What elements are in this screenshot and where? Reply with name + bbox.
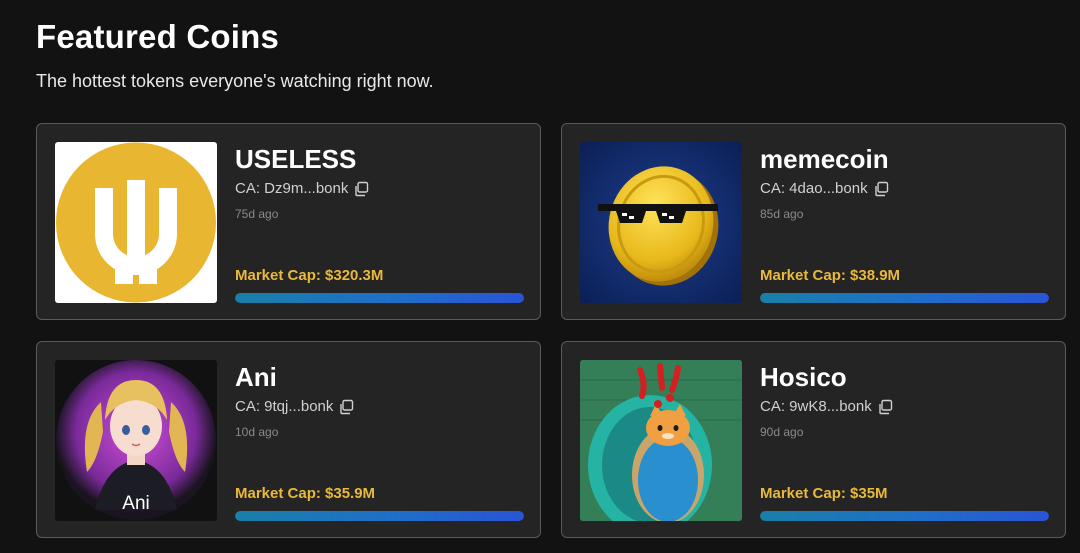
progress-bar-fill (235, 293, 524, 303)
coin-card-memecoin[interactable]: memecoin CA: 4dao...bonk 85d ago Market … (561, 123, 1066, 320)
coin-name: USELESS (235, 144, 357, 174)
market-cap: Market Cap: $35.9M (235, 485, 376, 502)
copy-icon[interactable] (353, 181, 369, 197)
copy-icon[interactable] (338, 399, 354, 415)
contract-address: CA: 9tqj...bonk (235, 398, 354, 415)
market-cap: Market Cap: $320.3M (235, 267, 384, 284)
contract-address: CA: Dz9m...bonk (235, 180, 369, 197)
progress-bar (760, 293, 1049, 303)
contract-address-text: CA: 9wK8...bonk (760, 398, 872, 415)
progress-bar (235, 511, 524, 521)
contract-address-text: CA: 4dao...bonk (760, 180, 868, 197)
coin-age: 85d ago (760, 207, 804, 221)
coin-age: 10d ago (235, 425, 279, 439)
contract-address-text: CA: Dz9m...bonk (235, 180, 349, 197)
section-subtitle: The hottest tokens everyone's watching r… (36, 71, 434, 91)
progress-bar (235, 293, 524, 303)
copy-icon[interactable] (877, 399, 893, 415)
coin-name: Hosico (760, 362, 847, 392)
avatar-caption: Ani (122, 493, 150, 514)
useless-logo-icon (55, 142, 217, 303)
coin-name: memecoin (760, 144, 889, 174)
market-cap: Market Cap: $38.9M (760, 267, 901, 284)
coin-age: 75d ago (235, 207, 279, 221)
coin-card-useless[interactable]: USELESS CA: Dz9m...bonk 75d ago Market C… (36, 123, 541, 320)
progress-bar (760, 511, 1049, 521)
contract-address-text: CA: 9tqj...bonk (235, 398, 334, 415)
market-cap: Market Cap: $35M (760, 485, 888, 502)
contract-address: CA: 4dao...bonk (760, 180, 889, 197)
progress-bar-fill (235, 511, 524, 521)
coin-name: Ani (235, 362, 277, 392)
coin-card-hosico[interactable]: Hosico CA: 9wK8...bonk 90d ago Market Ca… (561, 341, 1066, 538)
memecoin-logo-icon (580, 142, 742, 303)
progress-bar-fill (760, 293, 1049, 303)
contract-address: CA: 9wK8...bonk (760, 398, 893, 415)
progress-bar-fill (760, 511, 1049, 521)
coin-card-ani[interactable]: Ani Ani CA: 9tqj...bonk 10d ago Market C… (36, 341, 541, 538)
hosico-cat-icon (580, 360, 742, 521)
section-title: Featured Coins (36, 18, 280, 55)
copy-icon[interactable] (873, 181, 889, 197)
coin-age: 90d ago (760, 425, 804, 439)
featured-coins-section: Featured Coins The hottest tokens everyo… (0, 0, 1080, 553)
ani-avatar-icon: Ani (55, 360, 217, 521)
